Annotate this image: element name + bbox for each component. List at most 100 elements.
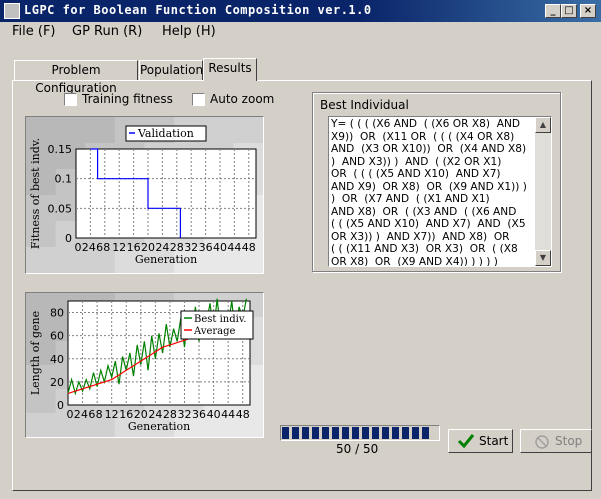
plot-area [75,148,257,239]
minimize-button[interactable]: _ [545,4,561,18]
x-tick-label: 48 [242,241,256,254]
best-individual-expression: Y= ( ( ( (X6 AND ( (X6 OR X8) AND X9)) OR… [331,118,534,267]
title-bar: LGPC for Boolean Function Composition ve… [0,0,601,22]
gene-length-chart-svg: 0204060800 2 4 6 8 12 16 20 24 28 32 36 40 44 48Genera… [26,293,263,437]
legend-label: Best indiv. [194,314,246,325]
x-tick-label: 12 [105,408,119,421]
progress-block [362,427,369,439]
progress-block [372,427,379,439]
expression-line: X9)) OR (X11 OR ( ( ( (X4 OR X8) [331,130,515,143]
x-tick-label: 4 [81,408,88,421]
progress-block [302,427,309,439]
y-tick-label: 0 [57,399,64,412]
x-tick-label: 36 [192,408,206,421]
chart-background [26,247,57,273]
progress-block [332,427,339,439]
menu-gp-run[interactable]: GP Run (R) [72,24,142,39]
best-individual-label: Best Individual [320,98,409,112]
progress-block [322,427,329,439]
chart-background [26,413,57,437]
x-tick-label: 48 [236,408,250,421]
menu-file[interactable]: File (F) [12,24,56,39]
x-axis-label: Generation [135,253,197,266]
x-tick-label: 40 [213,241,227,254]
x-tick-label: 6 [96,241,103,254]
expression-line: ( ( (X11 AND X3) OR X3) OR ( (X8 [331,243,518,255]
expression-line: AND (X3 OR X10)) OR (X4 AND X8) [331,143,527,155]
fitness-chart-svg: 00.050.10.150 2 4 6 8 12 16 20 24 28 32 36 40 44 48Gen… [26,117,263,273]
progress-text: 50 / 50 [336,442,379,456]
x-tick-label: 8 [96,408,103,421]
menu-help[interactable]: Help (H) [162,24,216,39]
stop-button[interactable]: Stop [520,429,592,453]
expression-line: OR X8) OR (X9 AND X4)) ) ) ) ) [331,255,498,267]
window-title: LGPC for Boolean Function Composition ve… [24,3,372,17]
y-axis-label: Length of gene [29,311,42,395]
x-tick-label: 6 [88,408,95,421]
y-tick-label: 0 [65,232,72,245]
fitness-chart: 0 0.05 0.1 0.15 0 2 4 6 8 12 16 20 24 28 32 36 40 44 48 Gen… [25,116,264,274]
y-tick-label: 0.15 [48,143,73,156]
x-tick-label: 0 [67,408,74,421]
maximize-button[interactable]: □ [561,4,577,18]
expression-line: OR ( ( ( (X5 AND X10) AND X7) [331,168,501,180]
expression-line: ) AND X3)) ) AND ( (X2 OR X1) [331,155,502,168]
chart-background [55,117,87,144]
training-fitness-label: Training fitness [82,92,173,106]
tab-population[interactable]: Population [139,60,203,80]
training-fitness-checkbox[interactable] [64,93,77,106]
x-tick-label: 44 [227,241,241,254]
progress-block [312,427,319,439]
x-tick-label: 36 [199,241,213,254]
progress-bar [280,425,440,441]
x-axis-label: Generation [128,420,190,433]
start-label: Start [479,434,509,448]
auto-zoom-label: Auto zoom [210,92,275,106]
scroll-up-icon[interactable]: ▲ [535,117,551,133]
x-tick-label: 2 [74,408,81,421]
expression-line: ) OR (X7 AND ( (X1 AND X1) [331,193,490,205]
y-axis-label: Fitness of best indv. [29,138,42,249]
progress-block [342,427,349,439]
vertical-scrollbar[interactable]: ▲ ▼ [535,117,551,266]
legend-label: Average [193,326,236,337]
progress-block [352,427,359,439]
x-tick-label: 40 [207,408,221,421]
progress-block [282,427,289,439]
scroll-down-icon[interactable]: ▼ [535,250,551,266]
start-button[interactable]: Start [448,429,513,453]
tab-results[interactable]: Results [203,58,257,81]
y-tick-label: 80 [50,307,64,320]
chart-background [85,117,116,144]
expression-line: OR X3)) ) AND X7)) AND X8) OR [331,230,510,243]
y-tick-label: 60 [50,330,64,343]
chart-background [233,117,263,144]
y-tick-label: 0.05 [48,202,73,215]
x-tick-label: 2 [82,241,89,254]
best-individual-text[interactable]: Y= ( ( ( (X6 AND ( (X6 OR X8) AND X9)) OR… [328,116,552,267]
x-tick-label: 8 [103,241,110,254]
expression-line: AND X8) OR ( (X3 AND ( (X6 AND [331,205,517,218]
legend-label: Validation [137,127,194,140]
x-tick-label: 0 [75,241,82,254]
progress-block [402,427,409,439]
progress-block [422,427,429,439]
auto-zoom-checkbox[interactable] [192,93,205,106]
app-icon [4,3,20,19]
progress-block [412,427,419,439]
progress-block [382,427,389,439]
x-tick-label: 4 [89,241,96,254]
close-button[interactable]: × [580,4,596,18]
expression-line: ( ( (X5 AND X10) AND X7) AND (X5 [331,218,526,230]
stop-label: Stop [555,434,583,448]
menu-bar: File (F) GP Run (R) Help (H) [0,22,601,42]
checkmark-icon [457,434,475,449]
expression-line: Y= ( ( ( (X6 AND ( (X6 OR X8) AND [331,118,521,130]
x-tick-label: 44 [221,408,235,421]
stop-icon [535,435,549,449]
expression-line: AND X9) OR X8) OR (X9 AND X1)) ) [331,180,527,193]
tab-problem-configuration[interactable]: Problem Configuration [14,60,138,95]
gene-length-chart: 0 20 40 60 80 0 2 4 6 8 12 16 20 24 28 32 36 40 44 48 Genera… [25,292,264,438]
chart-background [203,117,235,144]
y-tick-label: 40 [50,353,64,366]
